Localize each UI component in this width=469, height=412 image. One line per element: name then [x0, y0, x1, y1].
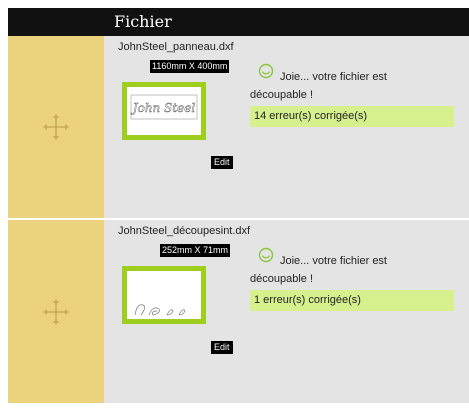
drag-handle[interactable]	[8, 36, 104, 218]
file-content: JohnSteel_panneau.dxf 1160mm X 400mm Joh…	[104, 36, 469, 218]
dimensions-badge: 1160mm X 400mm	[150, 60, 230, 73]
header-bar: Fichier	[8, 8, 469, 36]
errors-fixed-badge: 1 erreur(s) corrigée(s)	[250, 290, 454, 311]
file-row: JohnSteel_découpesint.dxf 252mm X 71mm E…	[8, 220, 469, 403]
file-name: JohnSteel_découpesint.dxf	[118, 225, 251, 237]
status-message: Joie... votre fichier est découpable !	[250, 71, 387, 101]
move-icon[interactable]	[42, 298, 70, 326]
preview-drawing	[134, 304, 186, 316]
edit-button[interactable]: Edit	[211, 341, 233, 354]
file-preview[interactable]: John Steel	[122, 82, 206, 140]
file-row: JohnSteel_panneau.dxf 1160mm X 400mm Joh…	[8, 36, 469, 218]
file-name: JohnSteel_panneau.dxf	[118, 41, 234, 53]
preview-text: John Steel	[130, 101, 196, 115]
drag-handle[interactable]	[8, 220, 104, 403]
dimensions-badge: 252mm X 71mm	[160, 244, 231, 257]
move-icon[interactable]	[42, 113, 70, 141]
status-message: Joie... votre fichier est découpable !	[250, 255, 387, 285]
preview-drawing: John Steel	[130, 94, 198, 120]
page-title: Fichier	[114, 12, 172, 31]
edit-button[interactable]: Edit	[211, 156, 233, 169]
file-preview[interactable]	[122, 266, 206, 324]
file-content: JohnSteel_découpesint.dxf 252mm X 71mm E…	[104, 220, 469, 403]
errors-fixed-badge: 14 erreur(s) corrigée(s)	[250, 106, 454, 127]
